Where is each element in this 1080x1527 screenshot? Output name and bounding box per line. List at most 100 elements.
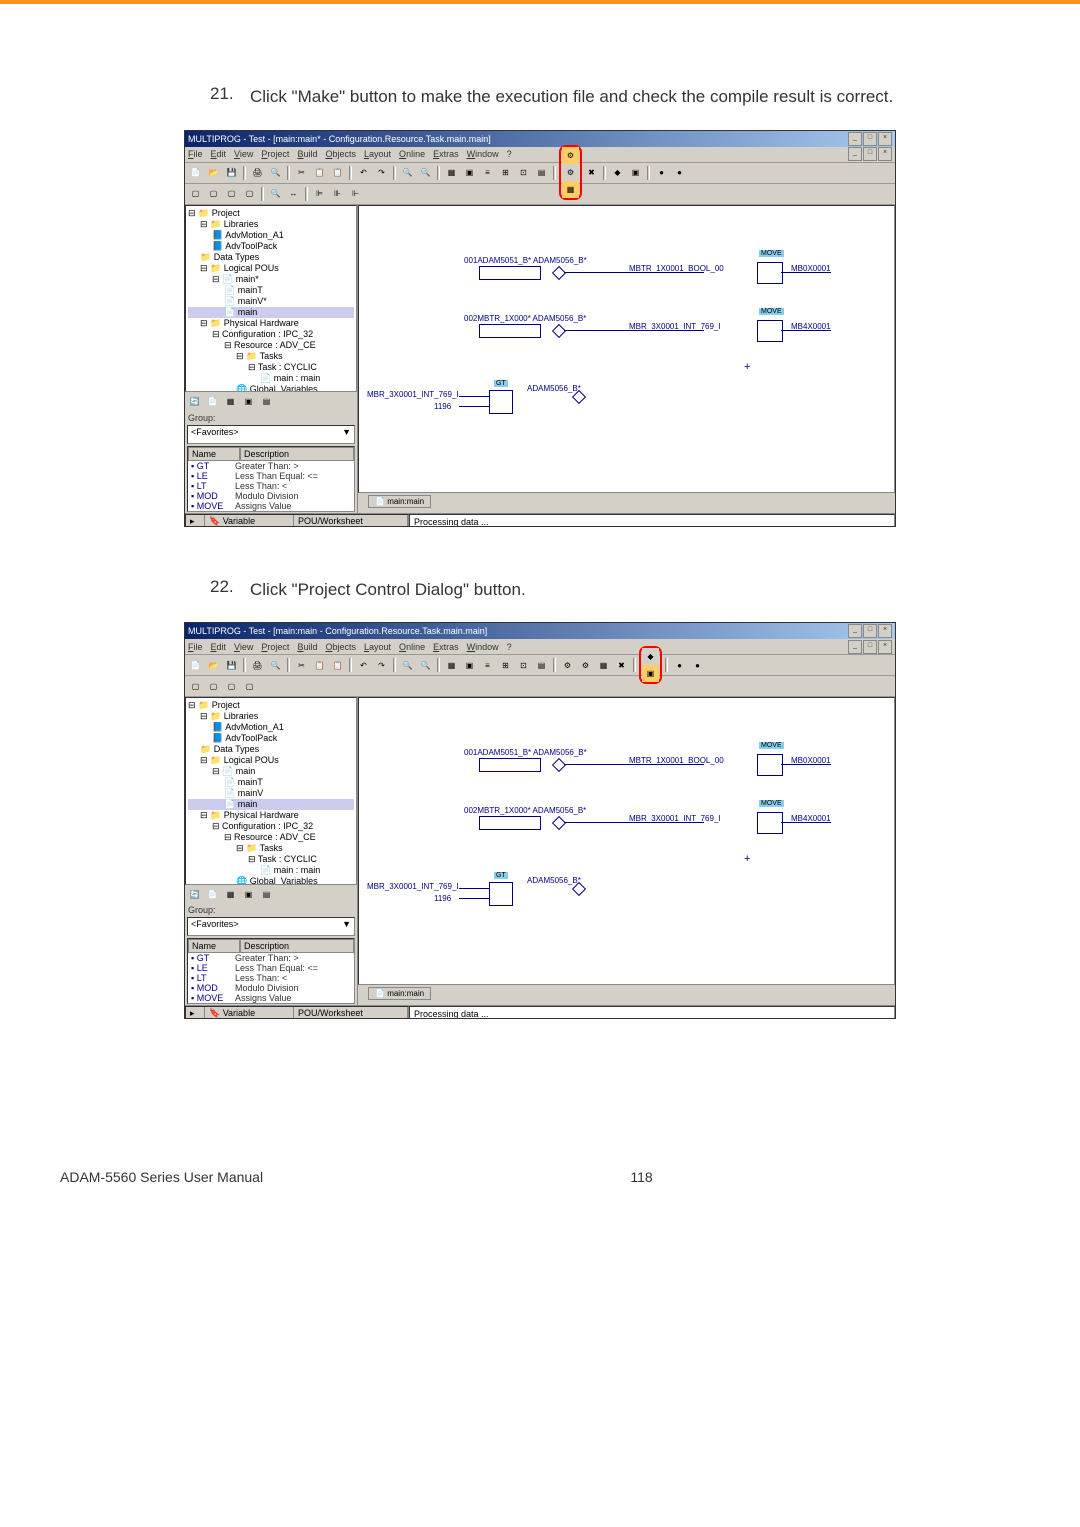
child-minimize[interactable]: _ [848,147,862,161]
minimize-button[interactable]: _ [848,624,862,638]
group-dropdown[interactable]: <Favorites>▼ [187,425,355,444]
download-icon[interactable]: ▣ [642,665,659,682]
redo-icon[interactable]: ↷ [373,657,390,674]
child-close[interactable]: × [878,640,892,654]
print-icon[interactable]: 🖨 [249,657,266,674]
debug-icon[interactable]: ● [671,657,688,674]
undo-icon[interactable]: ↶ [355,164,372,181]
ld-icon[interactable]: ▦ [443,657,460,674]
rebuild-icon[interactable]: ▦ [562,181,579,198]
menu-objects[interactable]: Objects [325,642,356,652]
menu-layout[interactable]: Layout [364,642,391,652]
redo-icon[interactable]: ↷ [373,164,390,181]
rebuild-icon[interactable]: ▦ [595,657,612,674]
menu-build[interactable]: Build [297,149,317,159]
variable-panel[interactable]: ▸ 🔖 Variable POU/Worksheet [185,514,409,527]
tree-btn-5[interactable]: ▤ [258,393,275,410]
menu-help[interactable]: ? [507,642,512,652]
child-maximize[interactable]: □ [863,640,877,654]
menu-edit[interactable]: Edit [211,149,227,159]
st-icon[interactable]: ≡ [479,657,496,674]
menu-view[interactable]: View [234,149,253,159]
sfc-icon[interactable]: ⊡ [515,164,532,181]
find-icon[interactable]: 🔍 [399,164,416,181]
cfc-icon[interactable]: ▤ [533,164,550,181]
fbd-icon[interactable]: ▣ [461,164,478,181]
il-icon[interactable]: ⊞ [497,657,514,674]
tree-btn-1[interactable]: 🔄 [186,886,203,903]
tree-btn-4[interactable]: ▣ [240,886,257,903]
debug-icon[interactable]: ● [653,164,670,181]
worksheet-tab[interactable]: 📄 main:main [368,987,431,1000]
fbd-canvas[interactable]: 001ADAM5051_B* ADAM5056_B* MBTR_1X0001_B… [358,205,895,493]
project-control-icon[interactable]: ◆ [642,648,659,665]
cut-icon[interactable]: ✂ [293,164,310,181]
open-icon[interactable]: 📂 [205,164,222,181]
stop-icon[interactable]: ✖ [613,657,630,674]
menu-file[interactable]: File [188,149,203,159]
online-icon[interactable]: ● [671,164,688,181]
ld-icon[interactable]: ▦ [443,164,460,181]
tool-b[interactable]: ▢ [205,185,222,202]
tool-c[interactable]: ▢ [223,185,240,202]
menu-objects[interactable]: Objects [325,149,356,159]
project-tree[interactable]: ⊟ 📁 Project ⊟ 📁 Libraries 📘 AdvMotion_A1… [185,697,357,885]
menu-extras[interactable]: Extras [433,149,459,159]
menu-edit[interactable]: Edit [211,642,227,652]
menu-window[interactable]: Window [467,149,499,159]
child-maximize[interactable]: □ [863,147,877,161]
menu-layout[interactable]: Layout [364,149,391,159]
project-control-icon[interactable]: ◆ [609,164,626,181]
tree-btn-2[interactable]: 📄 [204,886,221,903]
replace-icon[interactable]: 🔍 [417,164,434,181]
child-close[interactable]: × [878,147,892,161]
tool-d[interactable]: ▢ [241,185,258,202]
make-all-icon[interactable]: ⚙ [562,164,579,181]
replace-icon[interactable]: 🔍 [417,657,434,674]
paste-icon[interactable]: 📋 [329,164,346,181]
menu-file[interactable]: File [188,642,203,652]
tree-btn-5[interactable]: ▤ [258,886,275,903]
paste-icon[interactable]: 📋 [329,657,346,674]
cfc-icon[interactable]: ▤ [533,657,550,674]
menu-online[interactable]: Online [399,149,425,159]
menu-view[interactable]: View [234,642,253,652]
download-icon[interactable]: ▣ [627,164,644,181]
make-icon[interactable]: ⚙ [559,657,576,674]
cut-icon[interactable]: ✂ [293,657,310,674]
minimize-button[interactable]: _ [848,132,862,146]
sfc-icon[interactable]: ⊡ [515,657,532,674]
close-button[interactable]: × [878,132,892,146]
project-tree[interactable]: ⊟ 📁 Project ⊟ 📁 Libraries 📘 AdvMotion_A1… [185,205,357,393]
new-icon[interactable]: 📄 [187,164,204,181]
worksheet-tab[interactable]: 📄 main:main [368,495,431,508]
undo-icon[interactable]: ↶ [355,657,372,674]
tool-h[interactable]: ⊪ [329,185,346,202]
copy-icon[interactable]: 📋 [311,657,328,674]
tool-c[interactable]: ▢ [223,678,240,695]
il-icon[interactable]: ⊞ [497,164,514,181]
fbd-canvas[interactable]: 001ADAM5051_B* ADAM5056_B* MBTR_1X0001_B… [358,697,895,985]
menu-project[interactable]: Project [261,149,289,159]
tree-btn-2[interactable]: 📄 [204,393,221,410]
make-all-icon[interactable]: ⚙ [577,657,594,674]
menu-project[interactable]: Project [261,642,289,652]
menu-build[interactable]: Build [297,642,317,652]
print-icon[interactable]: 🖨 [249,164,266,181]
preview-icon[interactable]: 🔍 [267,164,284,181]
stop-icon[interactable]: ✖ [583,164,600,181]
menu-help[interactable]: ? [507,149,512,159]
tool-e[interactable]: 🔍 [267,185,284,202]
close-button[interactable]: × [878,624,892,638]
tree-btn-4[interactable]: ▣ [240,393,257,410]
menu-extras[interactable]: Extras [433,642,459,652]
group-dropdown[interactable]: <Favorites>▼ [187,917,355,936]
maximize-button[interactable]: □ [863,624,877,638]
menu-online[interactable]: Online [399,642,425,652]
tree-btn-3[interactable]: ▦ [222,886,239,903]
new-icon[interactable]: 📄 [187,657,204,674]
tool-a[interactable]: ▢ [187,678,204,695]
save-icon[interactable]: 💾 [223,164,240,181]
group-list[interactable]: Name Description ▪ GTGreater Than: > ▪ L… [187,938,355,1004]
make-icon[interactable]: ⚙ [562,147,579,164]
